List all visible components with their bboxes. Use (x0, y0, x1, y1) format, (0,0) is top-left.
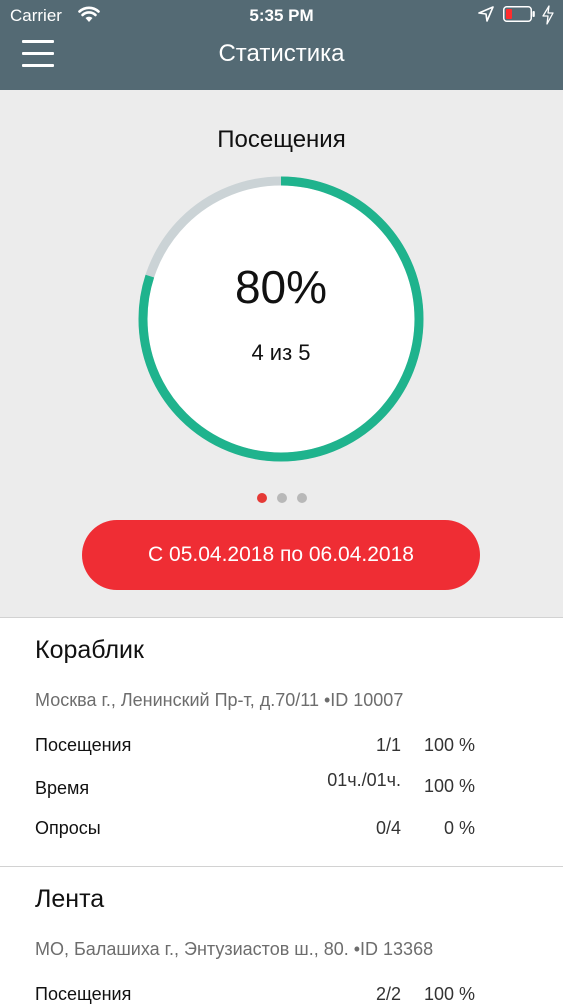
stat-row-visits: Посещения 2/2 100 % (35, 984, 485, 1008)
stat-row-surveys: Опросы 0/4 0 % (35, 818, 485, 842)
stat-label: Посещения (35, 984, 132, 1004)
app-header: Carrier 5:35 PM Статистика (0, 0, 563, 90)
venue-address: МО, Балашиха г., Энтузиастов ш., 80. •ID… (35, 939, 434, 959)
venue-name: Лента (35, 885, 105, 913)
stat-percent: 100 % (423, 984, 475, 1004)
page-dot-3[interactable] (296, 493, 307, 503)
stat-value: 1/1 (375, 735, 401, 755)
status-bar: Carrier 5:35 PM (0, 0, 563, 32)
battery-icon (503, 6, 535, 22)
stat-percent: 100 % (423, 735, 475, 755)
venue-address: Москва г., Ленинский Пр-т, д.70/11 •ID 1… (35, 690, 404, 710)
stat-label: Опросы (35, 818, 101, 838)
stat-row-time: Время 01ч./01ч. 100 % (35, 770, 485, 800)
page-indicator (0, 490, 563, 503)
venue-card[interactable]: Лента МО, Балашиха г., Энтузиастов ш., 8… (0, 866, 563, 1004)
stat-percent: 100 % (423, 776, 475, 796)
venue-name: Кораблик (35, 636, 144, 664)
charging-bolt-icon (542, 5, 554, 25)
stats-carousel-panel[interactable]: Посещения 80% 4 из 5 С 05.04.2018 по 06.… (0, 90, 563, 617)
location-arrow-icon (478, 6, 494, 22)
page-dot-1[interactable] (256, 493, 267, 503)
stat-value: 01ч./01ч. (327, 770, 401, 790)
visits-progress-ring (138, 176, 424, 462)
stat-percent: 0 % (443, 818, 475, 838)
page-dot-2[interactable] (276, 493, 287, 503)
stat-label: Посещения (35, 735, 132, 755)
stat-row-visits: Посещения 1/1 100 % (35, 735, 485, 759)
page-title: Статистика (218, 40, 345, 67)
visits-count: 4 из 5 (251, 340, 311, 365)
stat-value: 2/2 (375, 984, 401, 1004)
stat-label: Время (35, 778, 90, 798)
percent-value: 80% (234, 261, 328, 313)
stat-value: 0/4 (375, 818, 401, 838)
chart-title: Посещения (217, 126, 346, 153)
date-range-button[interactable]: С 05.04.2018 по 06.04.2018 (82, 520, 480, 590)
venue-card[interactable]: Кораблик Москва г., Ленинский Пр-т, д.70… (0, 617, 563, 867)
